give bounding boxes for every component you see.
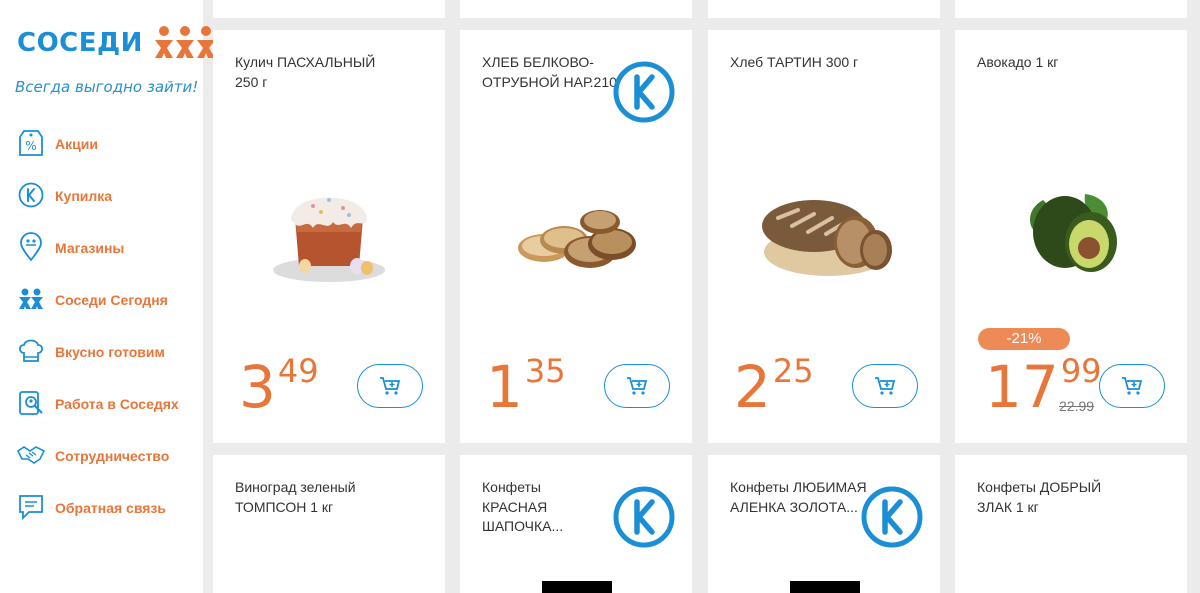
product-card[interactable]: Кулич ПАСХАЛЬНЫЙ 250 г 349 <box>213 30 445 443</box>
add-to-cart-button[interactable] <box>1099 364 1165 408</box>
sidebar-item-stores[interactable]: Магазины <box>16 232 179 284</box>
product-name: Виноград зеленый ТОМПСОН 1 кг <box>235 479 356 515</box>
price-decimal: 35 <box>524 352 566 390</box>
kupilka-badge-icon <box>613 486 675 548</box>
chat-icon <box>16 492 46 522</box>
map-pin-icon <box>16 232 46 262</box>
cart-icon <box>627 377 648 395</box>
sidebar-item-partnership[interactable]: Сотрудничество <box>16 440 179 492</box>
product-card[interactable]: ХЛЕБ БЕЛКОВО-ОТРУБНОЙ НАР.210Г 135 <box>460 30 692 443</box>
product-name: Конфеты ЛЮБИМАЯ АЛЕНКА ЗОЛОТА... <box>730 479 867 515</box>
easter-cake-image <box>273 197 385 282</box>
price-decimal: 99 <box>1060 352 1102 390</box>
cart-icon <box>875 377 896 395</box>
brand-name: СОСЕДИ <box>17 28 143 58</box>
product-image-placeholder <box>790 581 860 593</box>
price: 225 <box>734 355 814 416</box>
sidebar-item-kupilka[interactable]: Купилка <box>16 180 179 232</box>
price-decimal: 25 <box>772 352 814 390</box>
people-icon <box>16 284 46 314</box>
product-card[interactable]: Хлеб ТАРТИН 300 г 225 <box>708 30 940 443</box>
sidebar-item-label: Акции <box>55 136 98 152</box>
product-card-partial <box>460 0 692 18</box>
product-card-partial <box>708 0 940 18</box>
product-name: Авокадо 1 кг <box>977 54 1059 70</box>
percent-tag-icon: % <box>16 128 46 158</box>
brand-logo[interactable]: СОСЕДИ <box>17 26 215 58</box>
job-search-icon <box>16 388 46 418</box>
kupilka-badge-icon <box>861 486 923 548</box>
product-card[interactable]: Конфеты КРАСНАЯ ШАПОЧКА... <box>460 455 692 593</box>
price-decimal: 49 <box>277 352 319 390</box>
product-card[interactable]: Виноград зеленый ТОМПСОН 1 кг <box>213 455 445 593</box>
sidebar-item-jobs[interactable]: Работа в Соседях <box>16 388 179 440</box>
brand-tagline: Всегда выгодно зайти! <box>15 78 199 96</box>
sidebar-item-label: Соседи Сегодня <box>55 292 168 308</box>
product-name: Кулич ПАСХАЛЬНЫЙ 250 г <box>235 54 376 90</box>
people-logo-icon <box>155 26 215 58</box>
sliced-bread-image <box>518 210 636 268</box>
price: 349 <box>239 355 319 416</box>
sidebar-item-label: Работа в Соседях <box>55 396 179 412</box>
cart-icon <box>1122 377 1143 395</box>
kupilka-badge-icon <box>613 61 675 123</box>
sidebar-item-label: Вкусно готовим <box>55 344 165 360</box>
add-to-cart-button[interactable] <box>852 364 918 408</box>
price-integer: 17 <box>985 353 1059 421</box>
chef-hat-icon <box>16 336 46 366</box>
product-card-partial <box>955 0 1187 18</box>
avocado-image <box>1030 194 1117 272</box>
cart-icon <box>380 377 401 395</box>
sidebar-item-promotions[interactable]: % Акции <box>16 128 179 180</box>
product-name: Конфеты КРАСНАЯ ШАПОЧКА... <box>482 479 564 534</box>
old-price: 22.99 <box>1059 398 1095 414</box>
sidebar-item-label: Обратная связь <box>55 500 166 516</box>
product-card-partial <box>213 0 445 18</box>
discount-badge: -21% <box>978 328 1070 350</box>
handshake-icon <box>16 440 46 470</box>
sidebar-item-feedback[interactable]: Обратная связь <box>16 492 179 544</box>
rustic-bread-image <box>762 200 892 276</box>
sidebar-item-sosedi-today[interactable]: Соседи Сегодня <box>16 284 179 336</box>
add-to-cart-button[interactable] <box>604 364 670 408</box>
product-name: Конфеты ДОБРЫЙ ЗЛАК 1 кг <box>977 479 1102 515</box>
svg-text:%: % <box>25 139 36 153</box>
price-integer: 2 <box>734 353 771 421</box>
sidebar-item-label: Сотрудничество <box>55 448 170 464</box>
sidebar-nav: % Акции Купилка Магазины Соседи Сегодня <box>16 128 179 544</box>
price: 135 <box>486 355 566 416</box>
add-to-cart-button[interactable] <box>357 364 423 408</box>
product-name: Хлеб ТАРТИН 300 г <box>730 54 859 70</box>
product-card[interactable]: Конфеты ДОБРЫЙ ЗЛАК 1 кг <box>955 455 1187 593</box>
product-name: ХЛЕБ БЕЛКОВО-ОТРУБНОЙ НАР.210Г <box>482 54 625 90</box>
sidebar: СОСЕДИ Всегда выгодно зайти! % Акции Куп… <box>0 0 215 593</box>
sidebar-item-label: Магазины <box>55 240 125 256</box>
sidebar-item-cooking[interactable]: Вкусно готовим <box>16 336 179 388</box>
sidebar-item-label: Купилка <box>55 188 113 204</box>
product-card[interactable]: Авокадо 1 кг -21% 1799 22.99 <box>955 30 1187 443</box>
price-integer: 3 <box>239 353 276 421</box>
price-integer: 1 <box>486 353 523 421</box>
product-image-placeholder <box>542 581 612 593</box>
product-card[interactable]: Конфеты ЛЮБИМАЯ АЛЕНКА ЗОЛОТА... <box>708 455 940 593</box>
kupilka-k-icon <box>16 180 46 210</box>
